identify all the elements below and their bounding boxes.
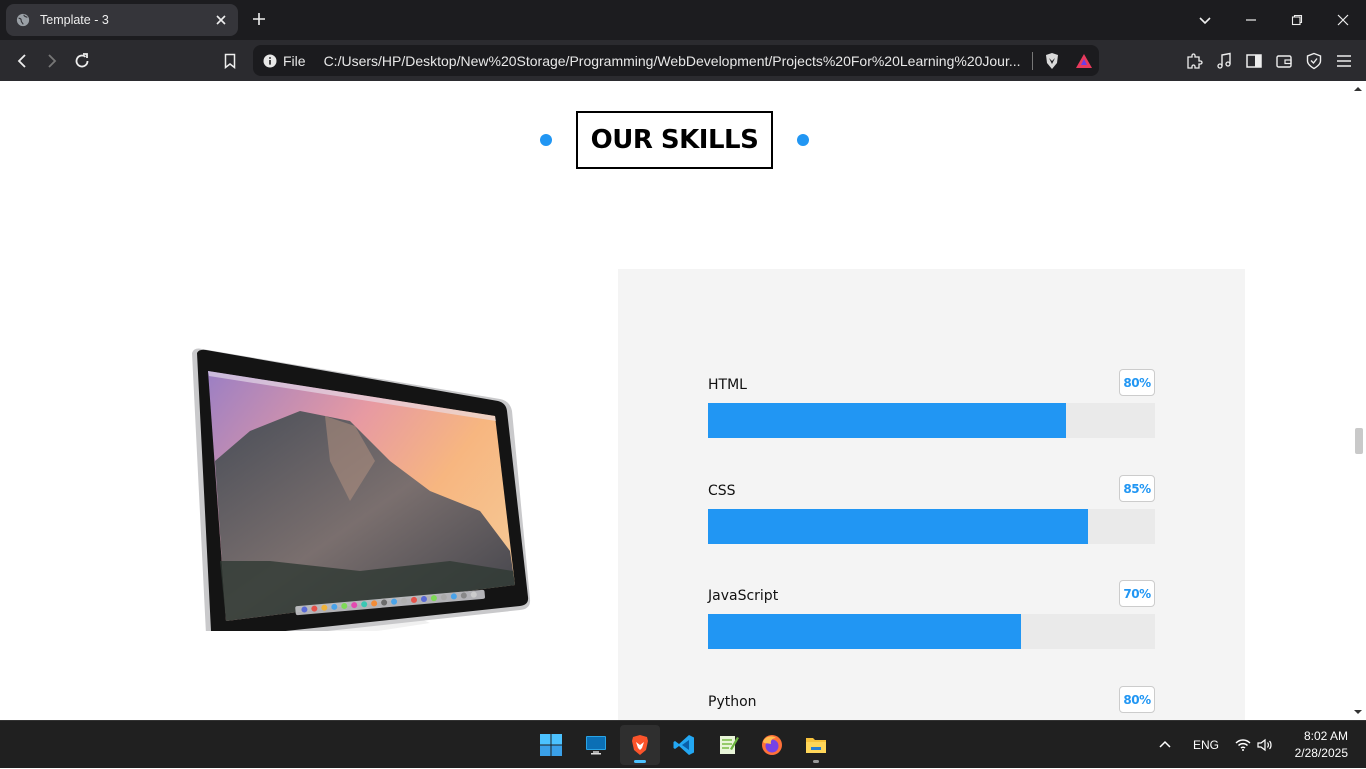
- close-window-button[interactable]: [1320, 0, 1366, 40]
- restore-button[interactable]: [1274, 0, 1320, 40]
- close-tab-icon[interactable]: [214, 13, 228, 27]
- section-header: OUR SKILLS: [0, 111, 1350, 169]
- taskbar-notepad-plus-plus[interactable]: [708, 725, 748, 765]
- forward-button[interactable]: [41, 50, 63, 72]
- active-indicator: [634, 760, 646, 763]
- close-icon: [1337, 14, 1349, 26]
- windows-logo-icon: [540, 734, 562, 756]
- info-icon[interactable]: [263, 54, 277, 68]
- folder-icon: [806, 738, 826, 753]
- media-button[interactable]: [1213, 50, 1235, 72]
- skill-name: CSS: [708, 483, 736, 499]
- bookmark-button[interactable]: [219, 50, 241, 72]
- chevron-down-icon: [1199, 17, 1211, 25]
- minimize-icon: [1246, 19, 1256, 21]
- desktop-icon: [586, 736, 606, 755]
- brave-lion-icon: [632, 735, 648, 755]
- skill-name: Python: [708, 694, 757, 710]
- clock-date: 2/28/2025: [1294, 746, 1348, 760]
- title-dot-left: [540, 134, 552, 146]
- network-volume-tray[interactable]: [1235, 721, 1273, 769]
- language-indicator[interactable]: ENG: [1193, 721, 1219, 769]
- page-viewport: OUR SKILLS HTML 80% CSS 85% JavaScript 7…: [0, 81, 1350, 720]
- arrow-right-icon: [48, 54, 57, 68]
- progress-track: [708, 614, 1155, 649]
- start-button[interactable]: [531, 725, 571, 765]
- scrollbar-thumb[interactable]: [1355, 428, 1363, 454]
- shield-icon: [1306, 52, 1322, 70]
- scroll-up-arrow-icon[interactable]: [1350, 83, 1366, 95]
- sidebar-button[interactable]: [1243, 50, 1265, 72]
- page-scrollbar[interactable]: [1350, 81, 1366, 720]
- wallet-button[interactable]: [1273, 50, 1295, 72]
- globe-icon: [16, 13, 30, 27]
- skill-percent-badge: 80%: [1119, 686, 1155, 713]
- address-bar[interactable]: File C:/Users/HP/Desktop/New%20Storage/P…: [253, 45, 1099, 76]
- browser-toolbar: File C:/Users/HP/Desktop/New%20Storage/P…: [0, 40, 1366, 81]
- wifi-icon: [1235, 739, 1251, 751]
- skill-name: HTML: [708, 377, 747, 393]
- firefox-icon: [762, 735, 782, 755]
- system-clock[interactable]: 8:02 AM 2/28/2025: [1295, 728, 1348, 762]
- hamburger-menu-icon: [1337, 55, 1351, 67]
- skill-name: JavaScript: [708, 588, 779, 604]
- tab-title: Template - 3: [40, 13, 109, 27]
- minimize-button[interactable]: [1228, 0, 1274, 40]
- taskbar-vscode[interactable]: [664, 725, 704, 765]
- skill-percent-badge: 85%: [1119, 475, 1155, 502]
- progress-track: [708, 509, 1155, 544]
- volume-icon: [1257, 738, 1272, 752]
- taskbar-file-explorer[interactable]: [796, 725, 836, 765]
- progress-fill: [708, 509, 1088, 544]
- skill-percent-badge: 70%: [1119, 580, 1155, 607]
- restore-icon: [1291, 14, 1303, 26]
- url-text[interactable]: C:/Users/HP/Desktop/New%20Storage/Progra…: [324, 53, 1024, 69]
- clock-time: 8:02 AM: [1303, 729, 1348, 743]
- music-note-icon: [1217, 52, 1231, 69]
- reload-icon: [75, 53, 89, 68]
- menu-button[interactable]: [1333, 50, 1355, 72]
- extensions-button[interactable]: [1183, 50, 1205, 72]
- reload-button[interactable]: [71, 50, 93, 72]
- progress-fill: [708, 403, 1066, 438]
- browser-tab[interactable]: Template - 3: [6, 4, 238, 36]
- file-label: File: [283, 52, 306, 69]
- sidebar-icon: [1246, 54, 1262, 68]
- puzzle-icon: [1187, 53, 1203, 69]
- chevron-up-icon: [1159, 740, 1171, 748]
- browser-tab-bar: Template - 3: [0, 0, 1366, 40]
- taskbar-firefox[interactable]: [752, 725, 792, 765]
- brave-rewards-icon[interactable]: [1075, 52, 1093, 70]
- windows-taskbar: ENG 8:02 AM 2/28/2025: [0, 720, 1366, 768]
- progress-fill: [708, 614, 1021, 649]
- vpn-button[interactable]: [1303, 50, 1325, 72]
- brave-shields-icon[interactable]: [1043, 52, 1061, 70]
- taskbar-brave[interactable]: [620, 725, 660, 765]
- tray-overflow[interactable]: [1158, 721, 1172, 769]
- tab-search-button[interactable]: [1182, 0, 1228, 40]
- bookmark-icon: [224, 53, 236, 69]
- progress-track: [708, 403, 1155, 438]
- section-title: OUR SKILLS: [576, 111, 773, 169]
- address-divider: [1031, 51, 1033, 70]
- back-button[interactable]: [11, 50, 33, 72]
- notepad-icon: [720, 736, 739, 754]
- vscode-icon: [673, 735, 694, 755]
- monitor-image: [192, 348, 531, 631]
- new-tab-icon[interactable]: [250, 10, 268, 28]
- skills-panel: HTML 80% CSS 85% JavaScript 70% Python 8…: [618, 269, 1245, 720]
- running-indicator: [813, 760, 819, 763]
- skill-percent-badge: 80%: [1119, 369, 1155, 396]
- scroll-down-arrow-icon[interactable]: [1350, 706, 1366, 718]
- wallet-icon: [1276, 55, 1292, 68]
- title-dot-right: [797, 134, 809, 146]
- arrow-left-icon: [17, 54, 26, 68]
- taskbar-desktop[interactable]: [576, 725, 616, 765]
